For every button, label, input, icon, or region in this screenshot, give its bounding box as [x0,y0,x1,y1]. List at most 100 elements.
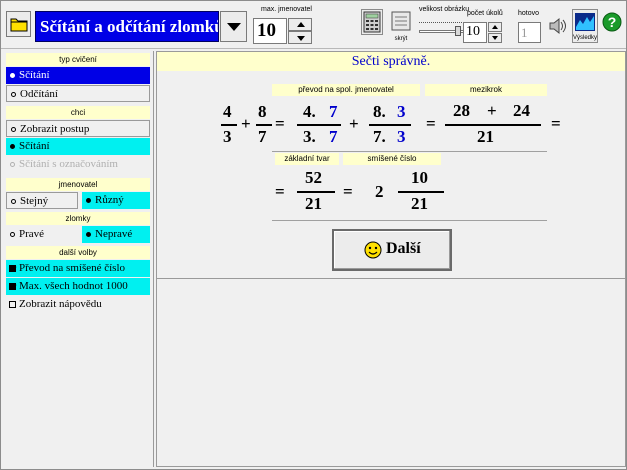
c2-denominator-a: 7. [373,127,386,146]
option-label: Zobrazit nápovědu [19,298,102,310]
calculator-button[interactable] [361,9,383,35]
c1-numerator-a: 4. [303,102,316,121]
speaker-icon [549,17,566,35]
f1-numerator: 4 [223,102,232,121]
option-label: Odčítání [20,88,58,100]
exercise-title-select[interactable]: Sčítání a odčítání zlomků [35,11,219,42]
mid-bar [445,124,541,126]
option-show-steps[interactable]: Zobrazit postup [6,120,150,137]
equals-sign-5: = [343,182,353,201]
svg-text:?: ? [608,14,617,30]
exercise-count-up[interactable] [488,22,502,32]
common-denominator-label: převod na spol. jmenovatel [272,84,420,96]
bottom-divider [157,278,625,279]
exercise-count-down[interactable] [488,33,502,43]
toolbar: Sčítání a odčítání zlomků max. jmenovate… [1,1,626,49]
option-add-marking[interactable]: Sčítání s označováním [6,156,150,173]
radio-icon [11,92,16,97]
option-subtraction[interactable]: Odčítání [6,85,150,102]
option-label: Sčítání [19,140,50,152]
radio-icon [11,199,16,204]
basic-form-label: základní tvar [275,153,339,165]
instruction-banner: Sečti správně. [157,52,625,71]
c2-bar [369,124,411,126]
equals-sign-4: = [275,182,285,201]
want-header: chci [6,106,150,119]
mid-numerator-a: 28 [453,101,470,120]
checkbox-icon [9,301,16,308]
app-window: Sčítání a odčítání zlomků max. jmenovate… [0,0,627,470]
plus-sign-2: + [349,114,359,133]
exercise-count-input[interactable]: 10 [463,22,487,43]
max-denominator-down[interactable] [288,31,312,44]
intermediate-step-label: mezikrok [425,84,547,96]
hide-button[interactable]: skrýt [389,9,413,43]
option-same-denominator[interactable]: Stejný [6,192,78,209]
row-divider-2 [272,220,547,221]
check-show-help[interactable]: Zobrazit nápovědu [6,296,150,313]
smiley-icon [364,241,382,259]
max-denominator-input[interactable]: 10 [253,18,287,44]
basic-bar [297,191,335,193]
f1-bar [221,124,237,126]
hide-label: skrýt [394,36,408,42]
radio-icon [10,73,15,78]
checkbox-icon [9,265,16,272]
option-improper[interactable]: Nepravé [82,226,150,243]
help-icon: ? [602,12,622,32]
mixed-number-label: smíšené číslo [343,153,441,165]
option-label: Max. všech hodnot 1000 [19,280,128,292]
option-label: Stejný [20,195,49,207]
basic-numerator: 52 [305,168,322,187]
checkbox-icon [9,283,16,290]
radio-icon [10,232,15,237]
help-button[interactable]: ? [601,9,623,43]
option-label: Sčítání [19,69,50,81]
plus-sign-1: + [241,114,251,133]
open-button[interactable] [6,11,31,37]
equals-sign-2: = [426,114,436,133]
check-convert-mixed[interactable]: Převod na smíšené číslo [6,260,150,277]
equals-sign-1: = [275,114,285,133]
f2-denominator: 7 [258,127,267,146]
exercise-count-label: počet úkolů [467,10,503,17]
check-max-1000[interactable]: Max. všech hodnot 1000 [6,278,150,295]
row-divider-1 [272,151,547,152]
option-proper[interactable]: Pravé [6,226,78,243]
exercise-area: Sečti správně. převod na spol. jmenovate… [156,51,626,467]
exercise-dropdown-button[interactable] [220,11,247,42]
mid-plus-sign: + [487,101,497,120]
hide-icon [391,11,411,31]
next-button[interactable]: Další [332,229,452,271]
mixed-denominator: 21 [411,194,428,213]
image-size-slider[interactable] [419,22,464,36]
option-label: Různý [95,194,124,206]
c1-numerator-b: 7 [329,102,338,121]
f1-denominator: 3 [223,127,232,146]
option-add[interactable]: Sčítání [6,138,150,155]
options-panel: typ cvičení Sčítání Odčítání chci Zobraz… [4,51,154,467]
equals-sign-3: = [551,114,561,133]
sound-button[interactable] [547,9,569,43]
results-icon [575,13,595,31]
radio-icon [86,232,91,237]
results-button[interactable]: Výsledky [572,9,598,43]
results-label: Výsledky [573,35,598,41]
done-counter: 1 [518,22,541,43]
c2-numerator-a: 8. [373,102,386,121]
slider-thumb[interactable] [455,26,461,36]
fractions-header: zlomky [6,212,150,225]
calculator-icon [363,11,381,33]
option-different-denominator[interactable]: Různý [82,192,150,209]
option-label: Sčítání s označováním [19,158,118,170]
c2-denominator-b: 3 [397,127,406,146]
basic-denominator: 21 [305,194,322,213]
option-label: Zobrazit postup [20,123,90,135]
max-denominator-up[interactable] [288,18,312,31]
done-label: hotovo [518,10,540,17]
more-options-header: další volby [6,246,150,259]
option-label: Nepravé [95,228,133,240]
c2-numerator-b: 3 [397,102,406,121]
option-addition[interactable]: Sčítání [6,67,150,84]
radio-icon [86,198,91,203]
